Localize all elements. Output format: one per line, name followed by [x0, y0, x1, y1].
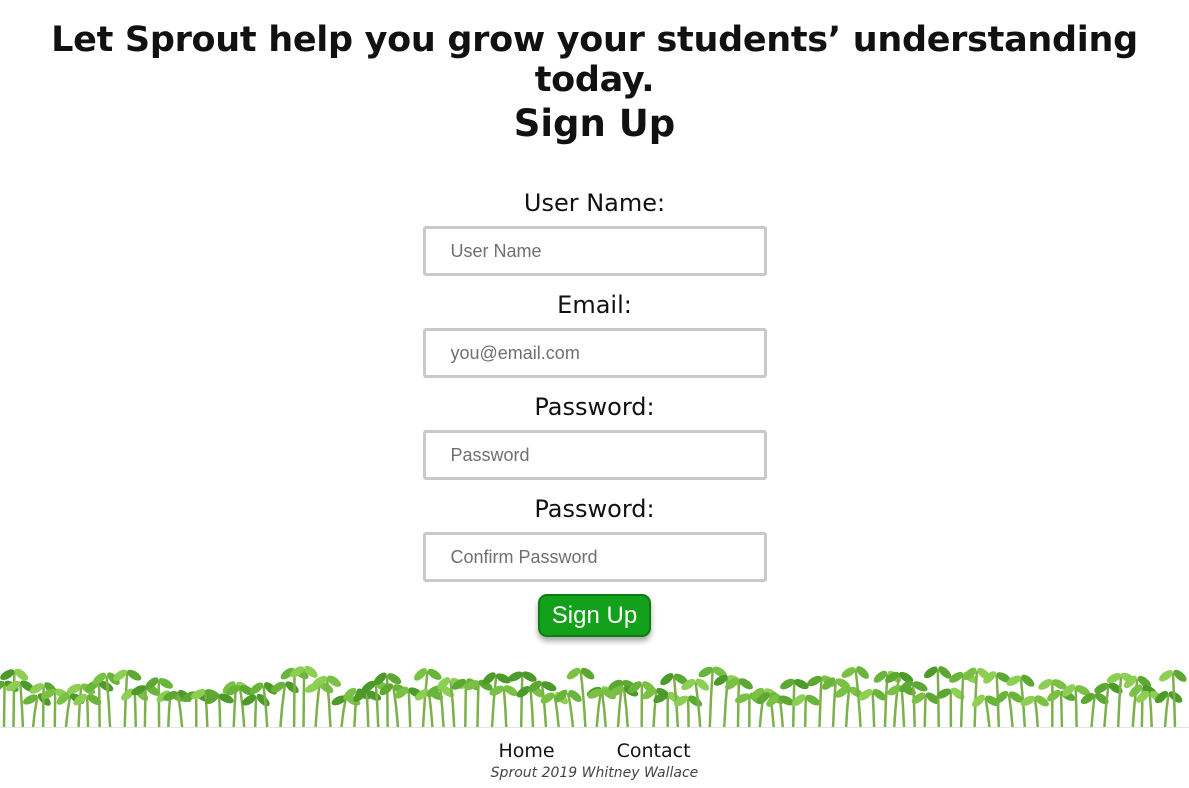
signup-form: User Name: Email: Password: Password: Si…: [0, 186, 1189, 637]
password-label: Password:: [534, 393, 655, 421]
page-tagline: Let Sprout help you grow your students’ …: [51, 20, 1138, 100]
username-label: User Name:: [523, 189, 666, 217]
username-input[interactable]: [422, 226, 767, 276]
email-label: Email:: [557, 291, 632, 319]
confirm-password-input[interactable]: [422, 532, 767, 582]
password-group: Password:: [0, 390, 1189, 492]
footer-nav: Home Contact: [0, 740, 1189, 762]
email-group: Email:: [0, 288, 1189, 390]
confirm-password-label: Password:: [534, 495, 655, 523]
footer-link-contact[interactable]: Contact: [617, 740, 691, 762]
sprouts-border-icon: [0, 665, 1187, 728]
footer-link-home[interactable]: Home: [498, 740, 554, 762]
page-title: Sign Up: [513, 102, 676, 145]
sign-up-button[interactable]: Sign Up: [538, 594, 651, 637]
confirm-password-group: Password:: [0, 492, 1189, 594]
password-input[interactable]: [422, 430, 767, 480]
copyright-text: Sprout 2019 Whitney Wallace: [490, 765, 699, 781]
submit-wrap: Sign Up: [0, 594, 1189, 637]
username-group: User Name:: [0, 186, 1189, 288]
footer-divider: [0, 727, 1189, 728]
signup-page: Let Sprout help you grow your students’ …: [0, 0, 1189, 788]
email-input[interactable]: [422, 328, 767, 378]
